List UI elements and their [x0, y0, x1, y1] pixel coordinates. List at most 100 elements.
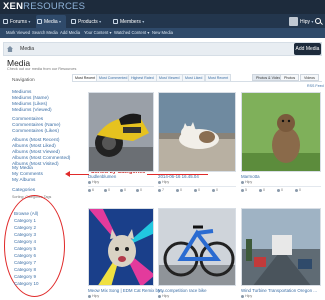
sidebar-item-mediums-name[interactable]: Mediums (Name) [12, 96, 49, 101]
media-title[interactable]: Marmotta [241, 174, 260, 179]
media-thumbnail[interactable] [241, 92, 321, 172]
views-stat: 6 [88, 188, 94, 192]
star-icon [295, 188, 298, 192]
media-thumbnail[interactable] [241, 208, 321, 286]
tab-highest-rated[interactable]: Highest Rated [128, 74, 157, 81]
views-stat: 5 [241, 188, 247, 192]
category-item[interactable]: Category 9 [14, 274, 36, 279]
media-thumbnail[interactable] [88, 92, 154, 172]
nav-tab-label: Media [44, 19, 58, 25]
sidebar-item-my-comments[interactable]: My Comments [12, 172, 43, 177]
media-thumbnail[interactable] [88, 208, 154, 286]
card-divider [158, 186, 236, 187]
media-title[interactable]: My competition race bike [158, 288, 207, 293]
search-icon[interactable] [315, 18, 321, 24]
sidebar-item-albums-recent[interactable]: Albums (Most Recent) [12, 138, 59, 143]
nav-tab-media[interactable]: Media ▾ [36, 15, 66, 28]
chevron-down-icon: ▾ [28, 19, 31, 24]
subnav-search-media[interactable]: Search Media [32, 28, 58, 38]
nav-tab-members[interactable]: Members ▾ [112, 15, 154, 28]
subnav-mark-viewed[interactable]: Mark Viewed [6, 28, 30, 38]
likes-stat: 0 [176, 188, 182, 192]
sidebar-item-albums-liked[interactable]: Albums (Most Liked) [12, 144, 56, 149]
sidebar-item-mediums-likes[interactable]: Mediums (Likes) [12, 102, 47, 107]
category-item[interactable]: Category 6 [14, 253, 36, 258]
nav-tab-forums[interactable]: Forums ▾ [2, 15, 34, 28]
media-author-name[interactable]: Hipy [92, 294, 99, 298]
sidebar-item-mediums-viewed[interactable]: Mediums (Viewed) [12, 108, 52, 113]
media-title[interactable]: Meow Mix Song | EDM Cat Remix by ... [88, 288, 165, 293]
tab-most-viewed[interactable]: Most Viewed [156, 74, 183, 81]
category-browse-all[interactable]: Browse (All) [14, 211, 38, 216]
media-author: Hipy [241, 180, 252, 184]
home-icon[interactable] [7, 46, 13, 52]
media-author-name[interactable]: Hipy [245, 294, 252, 298]
category-item[interactable]: Category 5 [14, 246, 36, 251]
comments-count: 0 [198, 188, 200, 192]
category-item[interactable]: Category 2 [14, 225, 36, 230]
thumb-icon [104, 188, 107, 192]
eye-icon [88, 188, 91, 192]
tabs-divider [72, 81, 322, 82]
subnav-add-media[interactable]: Add Media [60, 28, 80, 38]
sidebar-navigation-heading: Navigation [12, 78, 35, 83]
tab-most-recent[interactable]: Most Recent [72, 74, 99, 81]
sidebar-item-albums-viewed[interactable]: Albums (Most Viewed) [12, 150, 60, 155]
category-item[interactable]: Category 3 [14, 232, 36, 237]
star-icon [136, 188, 139, 192]
eye-icon [241, 188, 244, 192]
media-author-name[interactable]: Hipy [92, 180, 99, 184]
category-item[interactable]: Category 4 [14, 239, 36, 244]
likes-count: 0 [180, 188, 182, 192]
tab-most-commented[interactable]: Most Commented [96, 74, 131, 81]
rating-stat: 0 [212, 188, 218, 192]
media-title[interactable]: 2014-06-16 16.45.04 [158, 174, 199, 179]
subnav-your-content[interactable]: Your Content ▾ [84, 28, 112, 38]
sidebar-item-mediums[interactable]: Mediums [12, 90, 31, 95]
media-author-name[interactable]: Hipy [162, 180, 169, 184]
media-author-name[interactable]: Hipy [162, 294, 169, 298]
likes-stat: 0 [104, 188, 110, 192]
nav-tab-products[interactable]: Products ▾ [70, 15, 110, 28]
comment-icon [277, 188, 280, 192]
toggle-videos[interactable]: Videos [300, 74, 319, 81]
media-title[interactable]: Wind Turbine Transportation Oregon ... [241, 288, 317, 293]
sub-nav: Mark Viewed Search Media Add Media Your … [0, 28, 325, 38]
category-item[interactable]: Category 7 [14, 260, 36, 265]
comment-icon [194, 188, 197, 192]
add-media-button[interactable]: Add Media [294, 43, 321, 55]
media-thumbnail[interactable] [158, 92, 236, 172]
chevron-down-icon: ▾ [142, 19, 145, 24]
sidebar-item-my-albums[interactable]: My Albums [12, 178, 35, 183]
sidebar-item-albums-commented[interactable]: Albums (Most Commented) [12, 156, 70, 161]
media-thumbnail[interactable] [158, 208, 236, 286]
media-title[interactable]: Dudlenblumen [88, 174, 116, 179]
sidebar-item-comments-name[interactable]: Commentaires (Name) [12, 123, 61, 128]
tab-most-recent-2[interactable]: Most Recent [205, 74, 232, 81]
category-item[interactable]: Category 10 [14, 281, 39, 286]
products-icon [71, 19, 76, 24]
marmot-image [242, 93, 320, 171]
category-item[interactable]: Category 8 [14, 267, 36, 272]
subnav-watched-content[interactable]: Watched Content ▾ [114, 28, 149, 38]
site-logo[interactable]: XENRESOURCES [3, 1, 85, 13]
media-author-name[interactable]: Hipy [245, 180, 252, 184]
sidebar-item-comments[interactable]: Commentaires [12, 117, 43, 122]
comments-stat: 0 [120, 188, 126, 192]
subnav-new-media[interactable]: New Media [152, 28, 173, 38]
forums-icon [3, 19, 8, 24]
views-count: 6 [92, 188, 94, 192]
sidebar-item-comments-likes[interactable]: Commentaires (Likes) [12, 129, 59, 134]
toggle-photos[interactable]: Photos [280, 74, 300, 81]
user-icon [88, 180, 91, 184]
breadcrumb-media[interactable]: Media [20, 43, 34, 55]
tab-most-liked[interactable]: Most Liked [182, 74, 206, 81]
wind-turbine-transport-image [242, 209, 320, 285]
rss-feed-link[interactable]: RSS Feed [307, 84, 324, 88]
comment-icon [120, 188, 123, 192]
sidebar-item-my-media[interactable]: My Media [12, 166, 33, 171]
category-item[interactable]: Category 1 [14, 218, 36, 223]
likes-count: 0 [263, 188, 265, 192]
edm-cat-video-image [89, 209, 153, 285]
nav-tab-label: Forums [10, 19, 27, 25]
